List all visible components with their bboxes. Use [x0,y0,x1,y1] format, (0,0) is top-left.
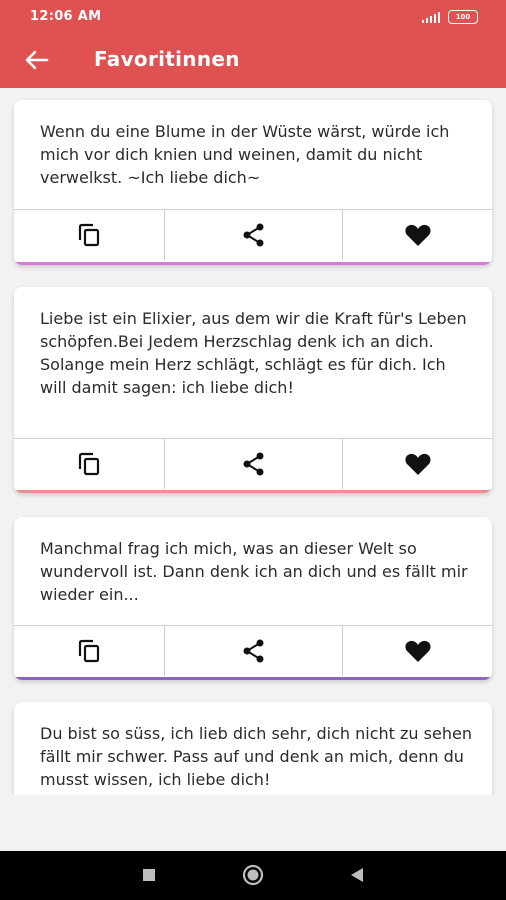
share-icon [243,452,263,476]
quote-card: Wenn du eine Blume in der Wüste wärst, w… [14,100,492,265]
battery-icon: 100 [448,10,478,24]
card-actions [14,625,492,676]
heart-icon [404,224,431,246]
system-nav-bar [0,851,506,900]
heart-icon [404,640,431,662]
share-button[interactable] [165,626,343,676]
triangle-back-icon [351,868,363,882]
copy-button[interactable] [14,626,165,676]
back-button[interactable] [22,46,52,74]
app-bar: 12:06 AM 100 Favoritinnen [0,0,506,88]
square-icon [143,869,155,881]
quote-text: Du bist so süss, ich lieb dich sehr, dic… [40,724,472,789]
status-bar: 12:06 AM 100 [0,0,506,34]
copy-button[interactable] [14,439,165,489]
quote-card: Manchmal frag ich mich, was an dieser We… [14,517,492,680]
card-accent-bar [14,677,492,680]
status-icons: 100 [422,10,478,24]
card-actions [14,438,492,489]
signal-icon [422,11,440,23]
favorites-list[interactable]: Wenn du eine Blume in der Wüste wärst, w… [0,88,506,795]
favorite-button[interactable] [343,210,492,260]
nav-back-button[interactable] [345,863,369,887]
quote-card: Liebe ist ein Elixier, aus dem wir die K… [14,287,492,493]
recents-button[interactable] [137,863,161,887]
share-icon [243,639,263,663]
card-accent-bar [14,262,492,265]
circle-icon [242,864,264,886]
card-accent-bar [14,490,492,493]
battery-level: 100 [455,13,471,21]
status-time: 12:06 AM [30,9,102,24]
copy-icon [78,452,100,476]
share-button[interactable] [165,439,343,489]
quote-card: Du bist so süss, ich lieb dich sehr, dic… [14,702,492,795]
quote-text: Manchmal frag ich mich, was an dieser We… [40,539,468,604]
copy-icon [78,223,100,247]
favorite-button[interactable] [343,439,492,489]
share-button[interactable] [165,210,343,260]
home-button[interactable] [241,863,265,887]
heart-icon [404,453,431,475]
page-title: Favoritinnen [94,47,240,71]
card-actions [14,209,492,260]
copy-icon [78,639,100,663]
copy-button[interactable] [14,210,165,260]
arrow-left-icon [25,50,49,70]
quote-text: Liebe ist ein Elixier, aus dem wir die K… [40,309,467,397]
quote-text: Wenn du eine Blume in der Wüste wärst, w… [40,122,450,187]
share-icon [243,223,263,247]
favorite-button[interactable] [343,626,492,676]
